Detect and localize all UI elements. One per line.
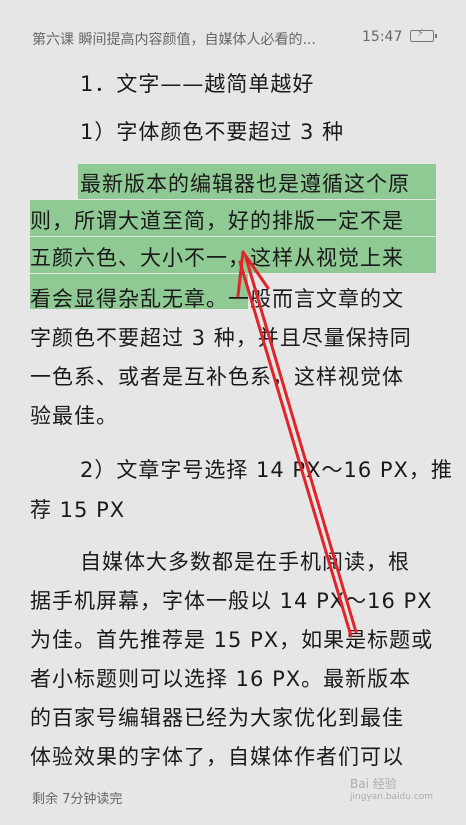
section-heading: 2）文章字号选择 14 PX～16 PX，推: [80, 458, 453, 482]
paragraph-line: 五颜六色、大小不一，这样从视觉上来: [30, 246, 404, 270]
paragraph-line: 一色系、或者是互补色系，这样视觉体: [30, 365, 404, 389]
paragraph-line: 据手机屏幕，字体一般以 14 PX～16 PX: [30, 589, 433, 613]
paragraph-line: 为佳。首先推荐是 15 PX，如果是标题或: [30, 628, 434, 652]
paragraph-line: 看会显得杂乱无章。一般而言文章的文: [30, 287, 404, 311]
paragraph-line: 的百家号编辑器已经为大家优化到最佳: [30, 706, 404, 730]
paragraph-line: 则，所谓大道至简，好的排版一定不是: [30, 209, 404, 233]
watermark-url: jingyan.baidu.com: [350, 792, 434, 802]
paragraph-line: 体验效果的字体了，自媒体作者们可以: [30, 745, 404, 769]
paragraph-line: 自媒体大多数都是在手机阅读，根: [80, 550, 410, 574]
reading-time-remaining: 剩余 7分钟读完: [32, 792, 123, 807]
paragraph-line: 验最佳。: [30, 404, 118, 428]
paragraph-line: 字颜色不要超过 3 种，并且尽量保持同: [30, 326, 412, 350]
paragraph-line: 者小标题则可以选择 16 PX。最新版本: [30, 667, 412, 691]
paragraph-line: 最新版本的编辑器也是遵循这个原: [80, 172, 410, 196]
watermark: Bai 经验 jingyan.baidu.com: [350, 775, 433, 802]
reader-page[interactable]: 1．文字——越简单越好 1）字体颜色不要超过 3 种 最新版本的编辑器也是遵循这…: [0, 0, 466, 825]
article-heading: 1．文字——越简单越好: [80, 72, 315, 96]
section-heading: 1）字体颜色不要超过 3 种: [80, 120, 345, 144]
watermark-brand: Bai 经验: [350, 777, 397, 791]
section-heading: 荐 15 PX: [30, 498, 126, 522]
